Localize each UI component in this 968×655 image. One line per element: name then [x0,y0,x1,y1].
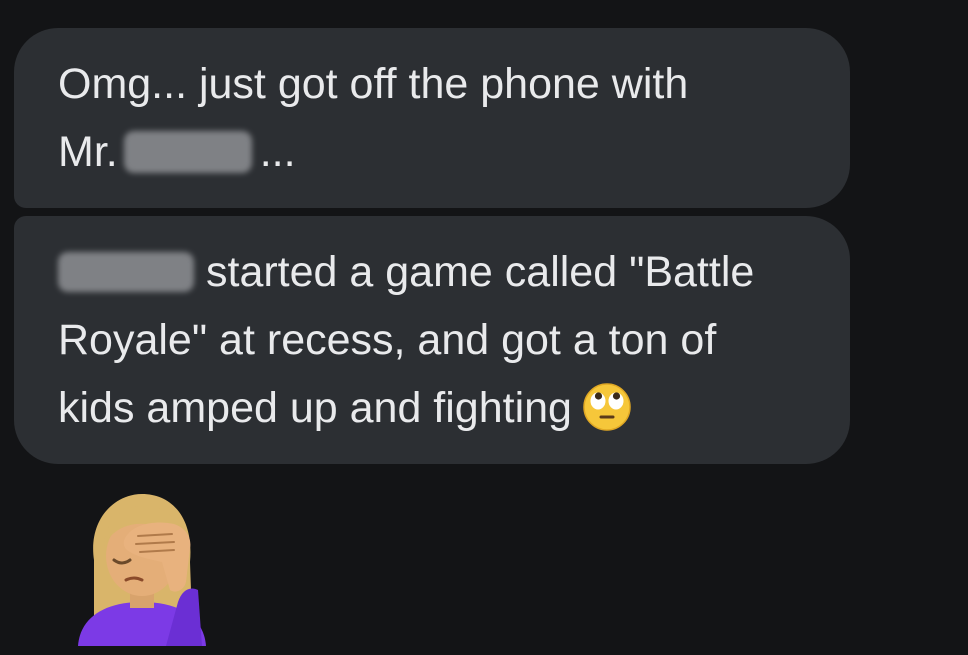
message-1-line-1: Omg... just got off the phone with [58,60,689,108]
message-thread: Omg... just got off the phone with Mr...… [0,0,968,655]
message-1-line-2: Mr.... [58,118,806,186]
message-2-line-1-text: started a game called "Battle [206,248,755,296]
message-bubble-2[interactable]: started a game called "Battle Royale" at… [14,216,850,464]
message-2-line-2: Royale" at recess, and got a ton of [58,316,717,364]
message-2-line-3: kids amped up and fighting [58,374,806,442]
message-1-mr-prefix: Mr. [58,128,118,176]
message-2-line-1: started a game called "Battle [58,238,806,306]
person-facepalming-icon[interactable] [74,490,210,646]
message-2-line-3-text: kids amped up and fighting [58,384,572,432]
face-with-rolling-eyes-icon [583,382,631,431]
redacted-name [123,130,252,173]
message-1-ellipsis: ... [259,128,296,176]
message-bubble-1[interactable]: Omg... just got off the phone with Mr...… [14,28,850,208]
redacted-child-name [58,251,194,292]
